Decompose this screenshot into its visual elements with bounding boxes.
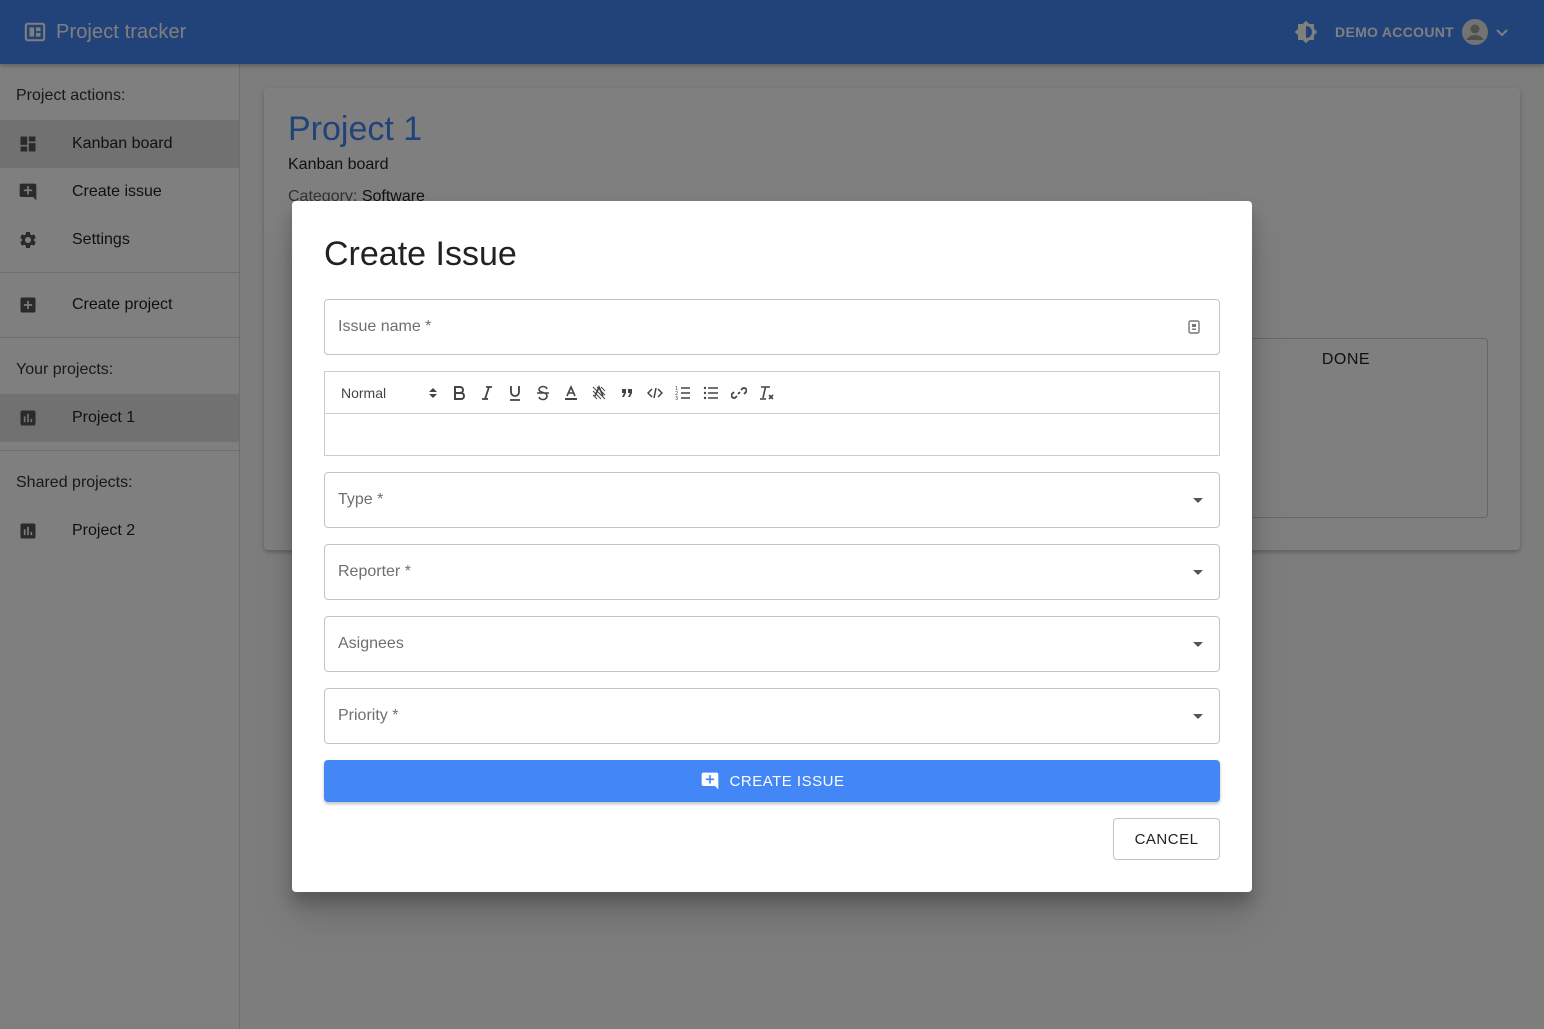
priority-placeholder: Priority *: [338, 707, 399, 724]
clear-format-icon[interactable]: [753, 381, 781, 405]
password-manager-icon[interactable]: [1187, 320, 1201, 334]
updown-icon: [429, 387, 437, 398]
ordered-list-icon[interactable]: 123: [669, 381, 697, 405]
issue-name-field[interactable]: Issue name *: [324, 299, 1220, 355]
issue-name-placeholder: Issue name *: [338, 318, 432, 335]
create-issue-button-label: CREATE ISSUE: [729, 772, 845, 790]
editor-toolbar: Normal 1 2 3: [325, 372, 1219, 414]
priority-select[interactable]: Priority *: [324, 688, 1220, 744]
blockquote-icon[interactable]: [613, 381, 641, 405]
caret-down-icon: [1193, 713, 1203, 719]
reporter-select[interactable]: Reporter *: [324, 544, 1220, 600]
dialog-title: Create Issue: [324, 235, 517, 273]
add-comment-icon: [701, 772, 718, 790]
bold-icon[interactable]: [445, 381, 473, 405]
create-issue-dialog: Create Issue Issue name * Normal 1 2 3 T…: [292, 201, 1252, 892]
reporter-placeholder: Reporter *: [338, 563, 411, 580]
rich-text-editor: Normal 1 2 3: [324, 371, 1220, 456]
format-select-value: Normal: [341, 384, 387, 401]
italic-icon[interactable]: [473, 381, 501, 405]
assignees-placeholder: Asignees: [338, 635, 404, 652]
text-color-icon[interactable]: [557, 381, 585, 405]
caret-down-icon: [1193, 569, 1203, 575]
format-select[interactable]: Normal: [341, 385, 445, 401]
type-select[interactable]: Type *: [324, 472, 1220, 528]
caret-down-icon: [1193, 641, 1203, 647]
caret-down-icon: [1193, 497, 1203, 503]
svg-text:3: 3: [675, 396, 678, 401]
strike-icon[interactable]: [529, 381, 557, 405]
link-icon[interactable]: [725, 381, 753, 405]
code-icon[interactable]: [641, 381, 669, 405]
type-placeholder: Type *: [338, 491, 384, 508]
background-color-icon[interactable]: [585, 381, 613, 405]
bullet-list-icon[interactable]: [697, 381, 725, 405]
assignees-select[interactable]: Asignees: [324, 616, 1220, 672]
create-issue-button[interactable]: CREATE ISSUE: [324, 760, 1220, 802]
editor-content[interactable]: [325, 414, 1219, 456]
cancel-button[interactable]: CANCEL: [1113, 818, 1220, 860]
underline-icon[interactable]: [501, 381, 529, 405]
